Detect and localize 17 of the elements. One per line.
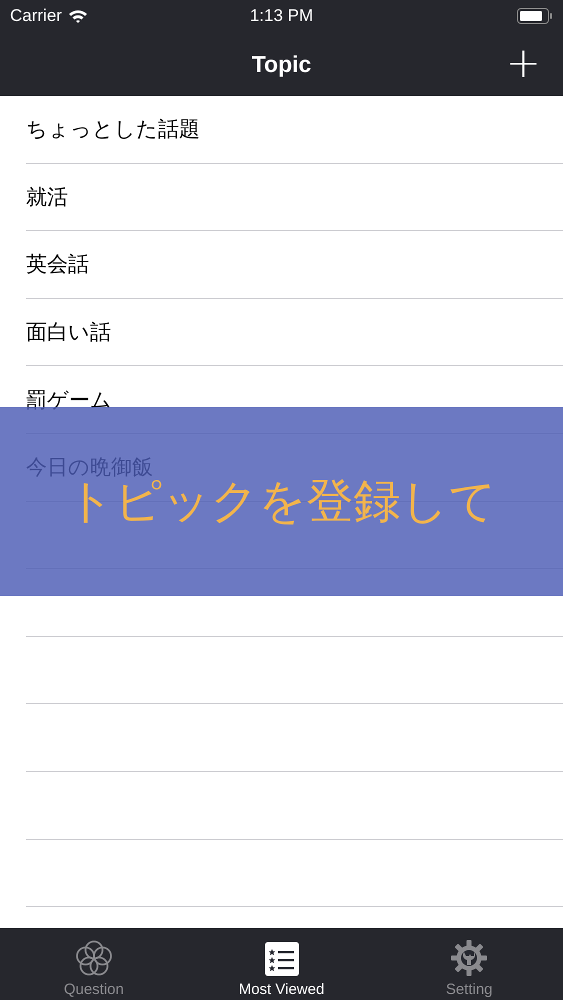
starred-list-icon	[264, 941, 300, 977]
topic-item[interactable]: ちょっとした話題	[26, 115, 200, 144]
topic-item[interactable]: 英会話	[26, 250, 89, 278]
add-button[interactable]: +	[502, 42, 545, 84]
tab-item[interactable]: Setting	[375, 928, 563, 1000]
carrier-label: Carrier	[10, 6, 62, 26]
topic-item[interactable]: 就活	[26, 182, 68, 211]
wifi-icon	[68, 8, 88, 24]
banner-text: トピックを登録して	[66, 474, 496, 531]
gear-icon	[450, 939, 488, 977]
nav-title: Topic	[252, 50, 312, 78]
tab-item[interactable]: Question	[0, 928, 188, 1000]
circles-icon	[74, 939, 113, 977]
time-label: 1:13 PM	[248, 6, 314, 26]
topic-item[interactable]: 面白い話	[26, 318, 111, 346]
tab-item[interactable]: Most Viewed	[188, 928, 376, 1000]
battery-icon	[517, 8, 553, 24]
